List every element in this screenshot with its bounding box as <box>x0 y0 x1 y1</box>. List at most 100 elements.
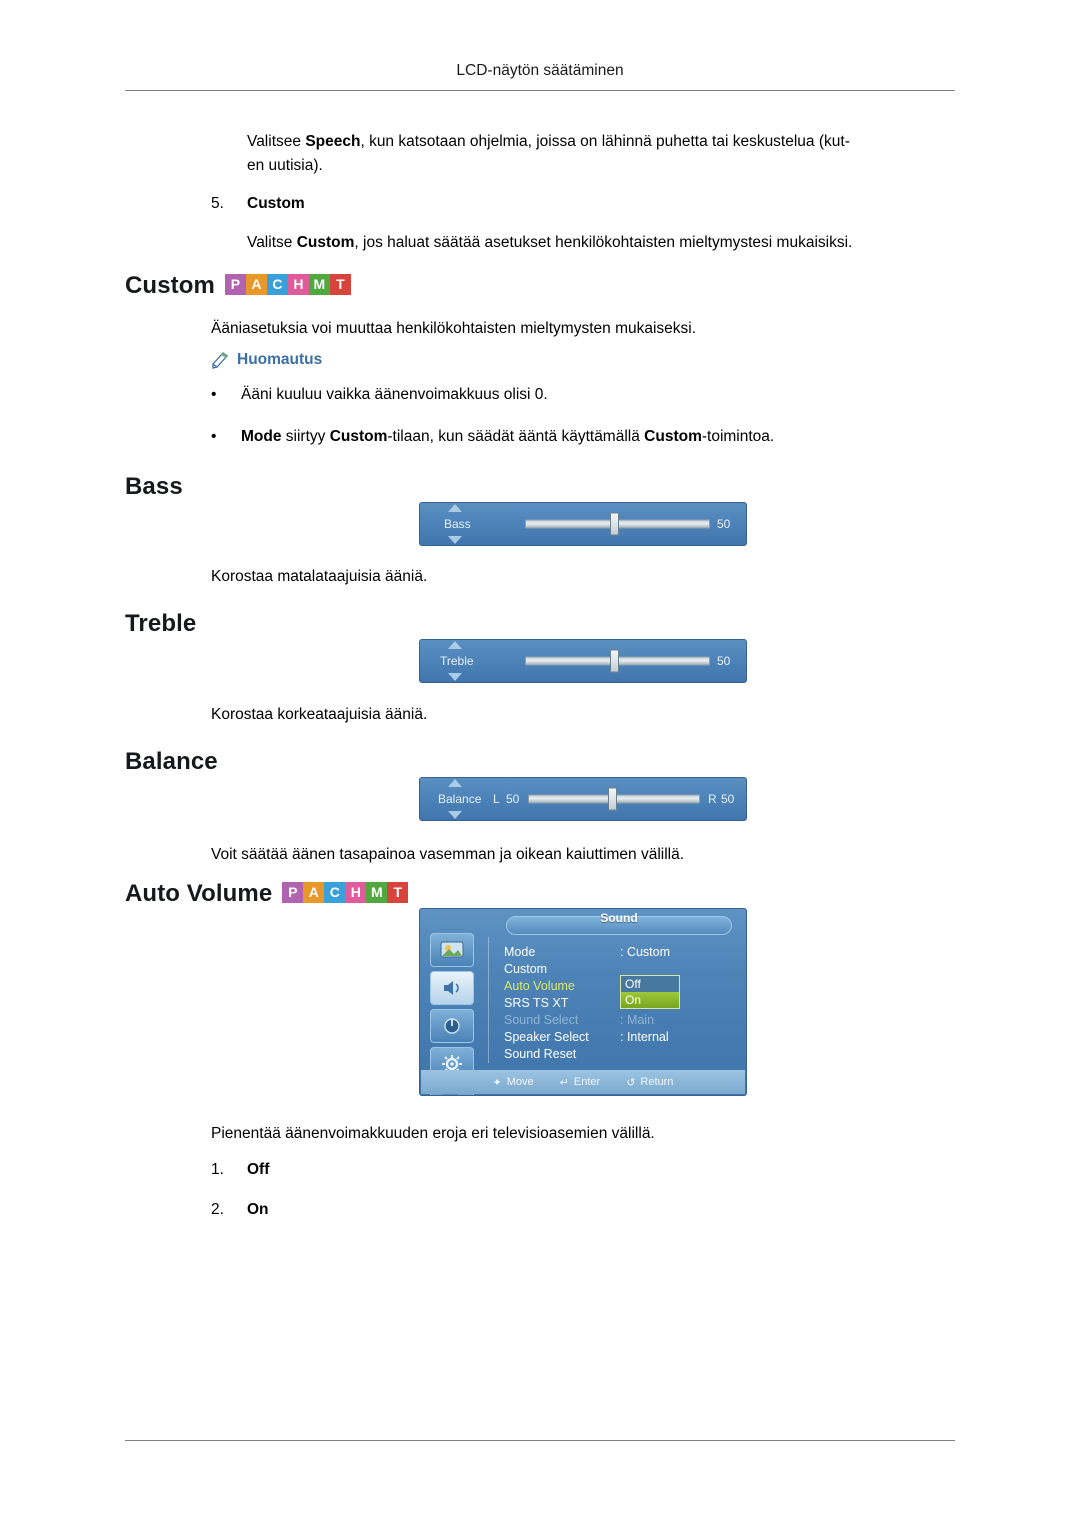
osd-option-list[interactable]: Off On <box>620 975 680 1009</box>
note-bullet-2-plain-2: -tilaan, kun säädät ääntä käyttämällä <box>387 428 645 445</box>
badge-letter-c: C <box>266 274 288 296</box>
note-block: Huomautus <box>211 350 322 369</box>
osd-row-sound-select[interactable]: Sound Select <box>504 1013 578 1027</box>
auto-volume-option-2: 2. On <box>211 1201 269 1219</box>
note-bullet-1-text: Ääni kuuluu vaikka äänenvoimakkuus olisi… <box>241 386 548 403</box>
osd-sound-menu[interactable]: Sound Mode : Custom Custom Auto Volume S… <box>419 908 747 1096</box>
heading-bass: Bass <box>125 473 183 500</box>
badge-letter-h: H <box>345 882 367 904</box>
osd-icon-input[interactable] <box>430 1009 474 1043</box>
speech-bold: Speech <box>305 133 361 150</box>
osd-footer-move-label: Move <box>506 1076 534 1088</box>
footer-divider <box>125 1440 955 1441</box>
note-bullet-1: • Ääni kuuluu vaikka äänenvoimakkuus oli… <box>211 386 951 404</box>
option-1-number: 1. <box>211 1161 224 1178</box>
osd-treble-label: Treble <box>440 654 474 668</box>
heading-balance: Balance <box>125 748 218 775</box>
document-page: LCD-näytön säätäminen Valitsee Speech, k… <box>0 0 1080 1527</box>
note-bullet-2-bold-2: Custom <box>329 428 388 445</box>
osd-icon-column[interactable] <box>426 933 482 1095</box>
osd-footer-return-label: Return <box>640 1076 674 1088</box>
osd-balance-left-value: 50 <box>506 792 520 806</box>
bullet-dot: • <box>211 428 217 445</box>
balance-caption: Voit säätää äänen tasapainoa vasemman ja… <box>211 846 685 863</box>
osd-footer-return[interactable]: ↺ Return <box>626 1076 673 1089</box>
osd-bass-slider[interactable]: Bass 50 <box>419 502 747 546</box>
osd-value-sound-select: : Main <box>620 1013 655 1027</box>
osd-menu-title: Sound <box>600 911 638 925</box>
osd-row-mode[interactable]: Mode <box>504 945 535 959</box>
option-2-number: 2. <box>211 1201 224 1218</box>
osd-footer-enter-label: Enter <box>573 1076 601 1088</box>
osd-balance-right-value: 50 <box>721 792 735 806</box>
osd-row-sound-reset[interactable]: Sound Reset <box>504 1047 576 1061</box>
list-label: Custom <box>247 195 305 212</box>
badge-letter-m: M <box>366 882 388 904</box>
list-item-5: 5. Custom <box>211 195 305 213</box>
bass-caption: Korostaa matalataajuisia ääniä. <box>211 568 428 585</box>
custom-section-body: Ääniasetuksia voi muuttaa henkilökohtais… <box>211 320 697 337</box>
badge-letter-a: A <box>245 274 267 296</box>
note-bullet-2-bold-1: Mode <box>241 428 282 445</box>
osd-row-custom[interactable]: Custom <box>504 962 547 976</box>
treble-caption: Korostaa korkeataajuisia ääniä. <box>211 706 428 723</box>
osd-icon-sound[interactable] <box>430 971 474 1005</box>
osd-row-srs-ts-xt[interactable]: SRS TS XT <box>504 996 568 1010</box>
osd-footer-enter[interactable]: ↵ Enter <box>560 1076 601 1089</box>
return-icon: ↺ <box>626 1076 636 1089</box>
header-divider <box>125 90 955 91</box>
pachmt-badge: PACHMT <box>224 274 351 296</box>
badge-letter-t: T <box>387 882 409 904</box>
running-header: LCD-näytön säätäminen <box>456 62 624 79</box>
custom-text-2: , jos haluat säätää asetukset henkilökoh… <box>354 234 853 251</box>
option-1-label: Off <box>247 1161 270 1178</box>
osd-row-auto-volume[interactable]: Auto Volume <box>504 979 575 993</box>
note-pencil-icon <box>211 350 230 369</box>
osd-balance-right-label: R <box>708 792 717 806</box>
pachmt-badge: PACHMT <box>282 882 409 904</box>
custom-text-1: Valitse <box>247 234 297 251</box>
osd-value-mode: : Custom <box>620 945 671 959</box>
badge-letter-c: C <box>324 882 346 904</box>
osd-column-separator <box>488 937 489 1063</box>
move-icon: ✦ <box>492 1076 502 1089</box>
note-bullet-2-text: Mode siirtyy Custom-tilaan, kun säädät ä… <box>241 428 971 446</box>
osd-treble-slider[interactable]: Treble 50 <box>419 639 747 683</box>
custom-paragraph: Valitse Custom, jos haluat säätää asetuk… <box>247 231 967 255</box>
badge-letter-p: P <box>224 274 246 296</box>
osd-icon-picture[interactable] <box>430 933 474 967</box>
badge-letter-a: A <box>303 882 325 904</box>
speech-text-1: Valitsee <box>247 133 306 150</box>
heading-custom: Custom P A C H M T <box>125 272 351 300</box>
badge-letter-t: T <box>329 274 351 296</box>
auto-volume-caption: Pienentää äänenvoimakkuuden eroja eri te… <box>211 1125 655 1142</box>
note-bullet-2-plain-1: siirtyy <box>281 428 330 445</box>
osd-option-off[interactable]: Off <box>621 976 679 992</box>
option-2-label: On <box>247 1201 269 1218</box>
osd-row-speaker-select[interactable]: Speaker Select <box>504 1030 589 1044</box>
note-bullet-2-bold-3: Custom <box>644 428 702 445</box>
speech-paragraph-line2: en uutisia). <box>247 157 323 174</box>
osd-option-on[interactable]: On <box>621 992 679 1008</box>
osd-footer-move[interactable]: ✦ Move <box>493 1076 534 1089</box>
osd-footer-bar: ✦ Move ↵ Enter ↺ Return <box>421 1070 745 1094</box>
enter-icon: ↵ <box>559 1076 569 1089</box>
speech-paragraph: Valitsee Speech, kun katsotaan ohjelmia,… <box>247 130 957 154</box>
osd-balance-left-label: L <box>493 792 500 806</box>
osd-balance-knob[interactable] <box>608 787 617 811</box>
osd-balance-slider[interactable]: Balance L 50 R 50 <box>419 777 747 821</box>
osd-value-speaker-select: : Internal <box>620 1030 669 1044</box>
custom-bold: Custom <box>296 234 355 251</box>
note-label: Huomautus <box>237 350 323 368</box>
badge-letter-p: P <box>282 882 304 904</box>
osd-treble-value: 50 <box>717 654 731 668</box>
osd-bass-knob[interactable] <box>610 512 619 536</box>
note-bullet-2: • Mode siirtyy Custom-tilaan, kun säädät… <box>211 428 971 446</box>
osd-bass-value: 50 <box>717 517 731 531</box>
heading-auto-volume-text: Auto Volume <box>125 880 273 907</box>
auto-volume-option-1: 1. Off <box>211 1161 269 1179</box>
badge-letter-m: M <box>308 274 330 296</box>
heading-auto-volume: Auto Volume P A C H M T <box>125 880 409 908</box>
list-number: 5. <box>211 195 224 212</box>
osd-treble-knob[interactable] <box>610 649 619 673</box>
